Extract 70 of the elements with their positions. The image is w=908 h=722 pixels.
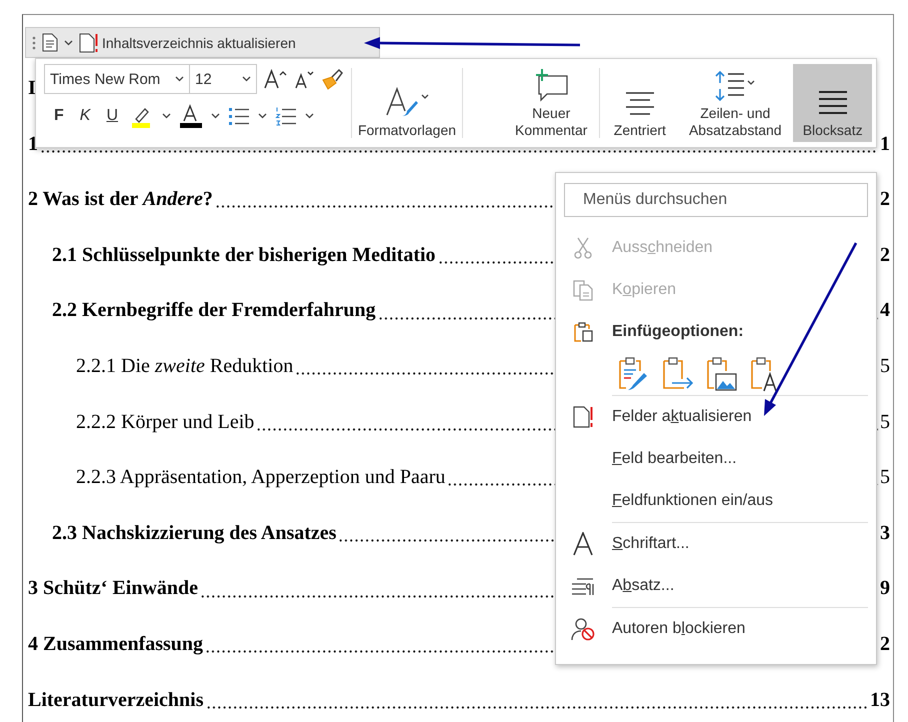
field-update-icon: [572, 406, 594, 428]
grip-handle-icon[interactable]: [32, 34, 36, 50]
toc-entry-title: 2.1 Schlüsselpunkte der bisherigen Meditatio: [52, 242, 436, 268]
chevron-down-icon[interactable]: [305, 113, 314, 119]
new-comment-icon: [533, 68, 570, 102]
grow-font-icon[interactable]: [263, 68, 287, 90]
toc-entry-title: 2.3 Nachskizzierung des Ansatzes: [52, 520, 336, 546]
document-icon[interactable]: [42, 33, 58, 52]
copy-icon: [572, 279, 594, 301]
update-table-button[interactable]: Inhaltsverzeichnis aktualisieren: [79, 32, 296, 52]
toc-page-number: 1: [880, 132, 890, 157]
chevron-down-icon[interactable]: [211, 113, 220, 119]
toc-page-number: 2: [880, 242, 890, 268]
ribbon-button[interactable]: Blocksatz: [793, 64, 872, 142]
toc-entry-title: 2.2.3 Appräsentation, Apperzeption und Paaru: [76, 465, 446, 490]
menu-search-field[interactable]: Menüs durchsuchen: [564, 183, 868, 217]
toc-page-number: 2: [880, 632, 890, 657]
toc-page-number: 5: [880, 465, 890, 490]
toc-entry-title: 1: [28, 132, 38, 157]
toc-page-number: 13: [870, 688, 890, 713]
clipboard-icon: [572, 321, 594, 343]
menu-item[interactable]: Schriftart...: [564, 523, 868, 565]
person-blocked-icon: [571, 617, 595, 641]
toc-page-number: 2: [880, 187, 890, 212]
toc-page-number: 9: [880, 576, 890, 602]
paste-keep-format-icon[interactable]: [616, 356, 650, 392]
toc-entry-title: 2.2.1 Die zweite Reduktion: [76, 354, 294, 379]
ribbon-button[interactable]: Zentriert: [602, 64, 678, 142]
toc-entry-title: Literaturverzeichnis: [28, 688, 204, 713]
ribbon-button[interactable]: Neuer Kommentar: [504, 64, 598, 142]
paste-merge-icon[interactable]: [660, 356, 694, 392]
toc-page-number: 5: [880, 410, 890, 435]
ribbon-button[interactable]: Zeilen- und Absatzabstand: [677, 64, 794, 142]
ribbon-button[interactable]: Formatvorlagen: [354, 64, 460, 142]
menu-item[interactable]: Autoren blockieren: [564, 608, 868, 650]
font-color-icon[interactable]: [179, 104, 204, 128]
toc-page-number: 3: [880, 520, 890, 546]
menu-item[interactable]: Feld bearbeiten...: [564, 438, 868, 480]
toc-page-number: 4: [880, 298, 890, 324]
chevron-down-icon: [175, 76, 184, 82]
toc-entry-title: 2 Was ist der Andere?: [28, 187, 213, 212]
chevron-down-icon[interactable]: [162, 113, 172, 119]
paste-options-heading: Einfügeoptionen:: [612, 323, 744, 341]
font-name-dropdown[interactable]: Times New Rom: [44, 64, 190, 94]
font-letter-icon: [572, 532, 594, 556]
menu-item[interactable]: Felder aktualisieren: [564, 396, 868, 438]
field-update-icon: [79, 32, 99, 52]
format-toggle-button[interactable]: K: [76, 107, 94, 125]
format-toggle-button[interactable]: F: [50, 107, 68, 125]
font-size-dropdown[interactable]: 12: [189, 64, 257, 94]
menu-item[interactable]: Feldfunktionen ein/aus: [564, 480, 868, 522]
toc-entry-title: 2.2.2 Körper und Leib: [76, 410, 254, 435]
toc-page-number: 5: [880, 354, 890, 379]
chevron-down-icon[interactable]: [64, 40, 73, 46]
bullet-list-icon[interactable]: [228, 106, 250, 126]
numbered-list-icon[interactable]: [275, 106, 298, 126]
scissors-icon: [573, 237, 593, 259]
line-spacing-icon: [713, 70, 758, 102]
paste-picture-icon[interactable]: [704, 356, 738, 392]
toc-entry-title: I: [28, 76, 36, 101]
format-toggle-button[interactable]: U: [102, 107, 122, 125]
menu-item[interactable]: Absatz...: [564, 565, 868, 607]
format-painter-icon[interactable]: [321, 68, 345, 90]
chevron-down-icon[interactable]: [258, 113, 268, 119]
toc-entry-title: 4 Zusammenfassung: [28, 632, 204, 657]
paragraph-icon: [571, 576, 595, 596]
toc-entry-title: 3 Schütz‘ Einwände: [28, 576, 198, 602]
chevron-down-icon: [242, 76, 251, 82]
styles-brush-icon: [384, 85, 430, 119]
toc-entry-title: 2.2 Kernbegriffe der Fremderfahrung: [52, 298, 376, 324]
